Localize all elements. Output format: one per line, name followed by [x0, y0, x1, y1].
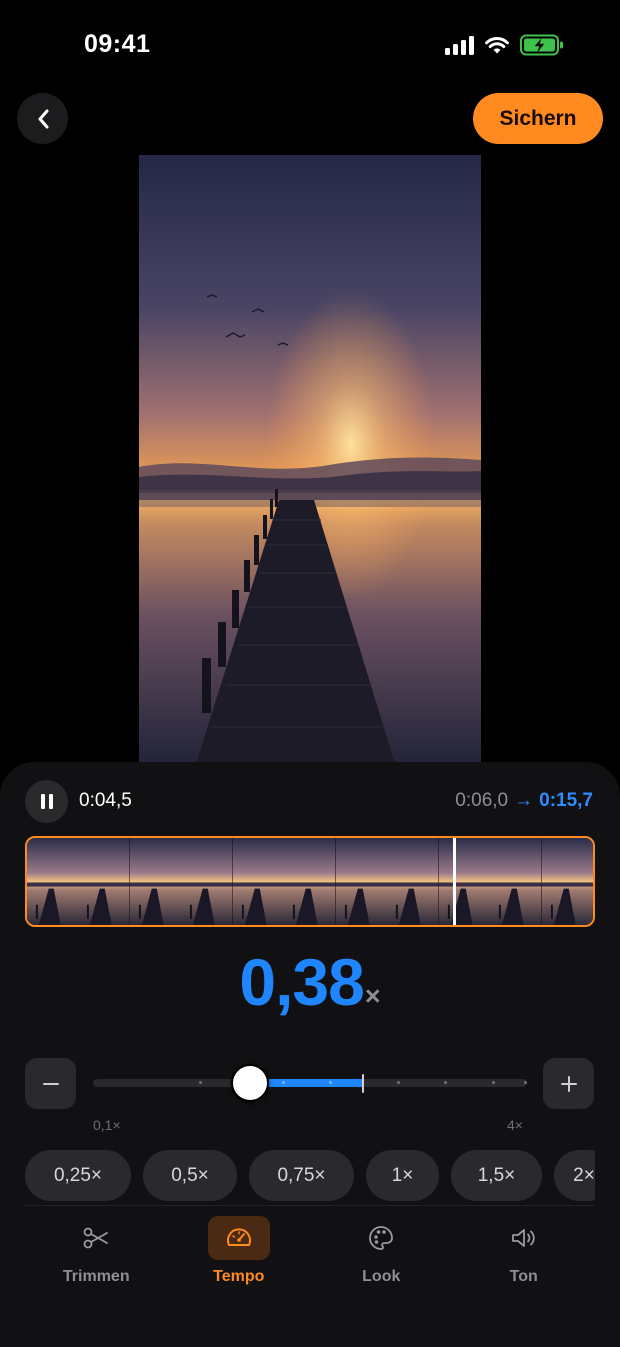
timeline-frame — [27, 838, 79, 925]
editor-panel: 0:04,5 0:06,0 → 0:15,7 0,38× 0,1× 4× 0,2… — [0, 762, 620, 1347]
preset-chip[interactable]: 2× — [554, 1150, 595, 1201]
timeline-frame — [284, 838, 336, 925]
chevron-left-icon — [38, 109, 48, 128]
timeline-frame — [78, 838, 130, 925]
speed-value: 0,38 — [239, 945, 364, 1019]
current-time: 0:04,5 — [79, 790, 132, 811]
timeline-frame — [387, 838, 439, 925]
preset-chip[interactable]: 0,25× — [25, 1150, 131, 1201]
status-time: 09:41 — [84, 30, 151, 58]
tab-label: Ton — [509, 1268, 538, 1285]
preset-chip[interactable]: 0,75× — [249, 1150, 354, 1201]
slider-tick — [492, 1081, 495, 1084]
tab-look[interactable]: Look — [310, 1216, 453, 1296]
speed-presets: 0,25× 0,5× 0,75× 1× 1,5× 2× — [25, 1150, 595, 1202]
speed-readout: 0,38× — [0, 944, 620, 1020]
timeline-frames — [27, 838, 593, 925]
speed-unit: × — [364, 981, 381, 1011]
timeline-frame — [181, 838, 233, 925]
slider-thumb[interactable] — [231, 1064, 269, 1102]
timeline-frame — [129, 838, 182, 925]
speaker-icon — [511, 1229, 535, 1247]
battery-charging-icon — [520, 34, 563, 56]
preset-chip[interactable]: 0,5× — [143, 1150, 237, 1201]
video-preview — [139, 155, 481, 770]
original-speed-marker — [362, 1074, 364, 1093]
signal-icon — [445, 35, 474, 55]
wifi-icon — [485, 37, 509, 54]
slider-tick — [524, 1081, 527, 1084]
preset-chip[interactable]: 1,5× — [451, 1150, 542, 1201]
tab-label: Trimmen — [62, 1268, 130, 1285]
timeline-strip[interactable] — [25, 836, 595, 927]
slider-min-label: 0,1× — [93, 1117, 121, 1133]
timeline-frame — [335, 838, 388, 925]
tab-tempo[interactable]: Tempo — [168, 1216, 311, 1296]
timeline-frame — [490, 838, 542, 925]
timeline-frame — [232, 838, 285, 925]
slider-tick — [444, 1081, 447, 1084]
decrease-speed-button[interactable] — [25, 1058, 76, 1109]
tab-trimmen[interactable]: Trimmen — [25, 1216, 168, 1296]
save-button[interactable]: Sichern — [473, 93, 603, 144]
slider-max-label: 4× — [507, 1117, 523, 1133]
slider-tick — [329, 1081, 332, 1084]
tool-tab-bar: Trimmen Tempo Look Ton — [25, 1216, 595, 1296]
minus-icon — [42, 1082, 59, 1085]
back-button[interactable] — [17, 93, 68, 144]
arrow-right-icon: → — [514, 790, 534, 811]
original-duration: 0:06,0 — [455, 790, 509, 811]
speedometer-icon — [226, 1228, 251, 1246]
status-icons — [445, 34, 564, 56]
slider-tick — [397, 1081, 400, 1084]
tab-label: Look — [362, 1268, 401, 1285]
palette-icon — [369, 1226, 394, 1250]
new-duration: 0:15,7 — [539, 790, 593, 811]
plus-icon — [560, 1075, 577, 1092]
slider-tick — [282, 1081, 285, 1084]
tab-label: Tempo — [213, 1268, 265, 1285]
duration-info: 0:06,0 → 0:15,7 — [455, 790, 593, 812]
increase-speed-button[interactable] — [543, 1058, 594, 1109]
slider-tick — [199, 1081, 202, 1084]
playhead[interactable] — [453, 838, 456, 925]
scissors-icon — [83, 1227, 109, 1249]
timeline-frame — [438, 838, 491, 925]
pause-icon — [39, 794, 55, 809]
tab-ton[interactable]: Ton — [453, 1216, 596, 1296]
divider — [25, 1205, 595, 1206]
preset-chip[interactable]: 1× — [366, 1150, 439, 1201]
speed-slider[interactable] — [93, 1064, 527, 1102]
status-bar: 09:41 — [0, 0, 620, 90]
pause-button[interactable] — [25, 780, 68, 823]
timeline-frame — [541, 838, 593, 925]
